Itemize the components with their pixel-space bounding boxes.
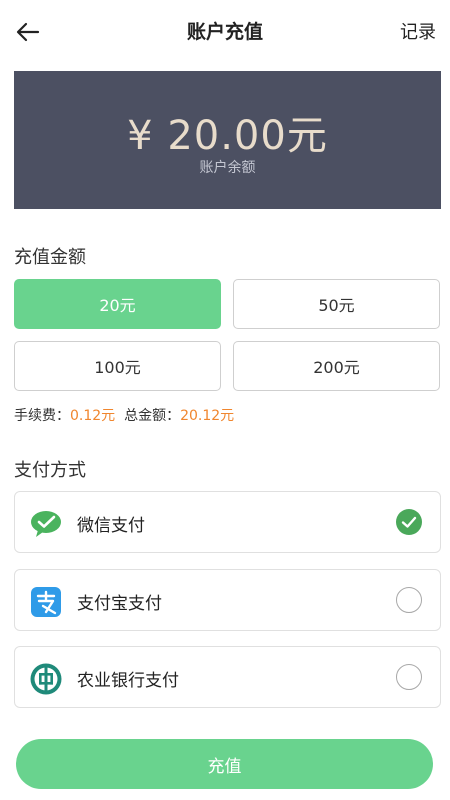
fee-label: 手续费： [14,408,70,424]
total-label: 总金额： [124,408,181,424]
payment-label-wechat: 微信支付 [77,516,145,536]
page-title: 账户充值 [186,21,263,43]
radio-alipay[interactable] [396,587,422,613]
payment-method-title: 支付方式 [14,460,86,481]
payment-option-alipay[interactable]: 支付宝支付 [14,569,441,631]
abc-bank-icon [30,663,62,695]
total-value: 20.12元 [180,408,235,424]
wechat-pay-icon [31,511,61,537]
radio-abc[interactable] [396,664,422,690]
payment-label-abc: 农业银行支付 [77,671,179,691]
recharge-submit-button[interactable]: 充值 [16,739,433,789]
check-icon [401,516,417,528]
fee-value: 0.12元 [70,408,116,424]
amount-option-100[interactable]: 100元 [14,341,221,391]
fee-summary: 手续费：0.12元 总金额：20.12元 [14,405,234,425]
balance-label: 账户余额 [199,160,256,176]
amount-option-200[interactable]: 200元 [233,341,440,391]
amount-option-20[interactable]: 20元 [14,279,221,329]
payment-option-abc[interactable]: 农业银行支付 [14,646,441,708]
header: 账户充值 记录 [0,0,450,62]
payment-option-wechat[interactable]: 微信支付 [14,491,441,553]
record-link[interactable]: 记录 [400,18,436,44]
balance-amount: ¥ 20.00元 [127,113,328,159]
alipay-icon [31,587,61,617]
amount-option-50[interactable]: 50元 [233,279,440,329]
payment-label-alipay: 支付宝支付 [77,594,162,614]
balance-card: ¥ 20.00元 账户余额 [14,71,441,209]
recharge-amount-title: 充值金额 [14,247,86,268]
radio-wechat-checked[interactable] [396,509,422,535]
